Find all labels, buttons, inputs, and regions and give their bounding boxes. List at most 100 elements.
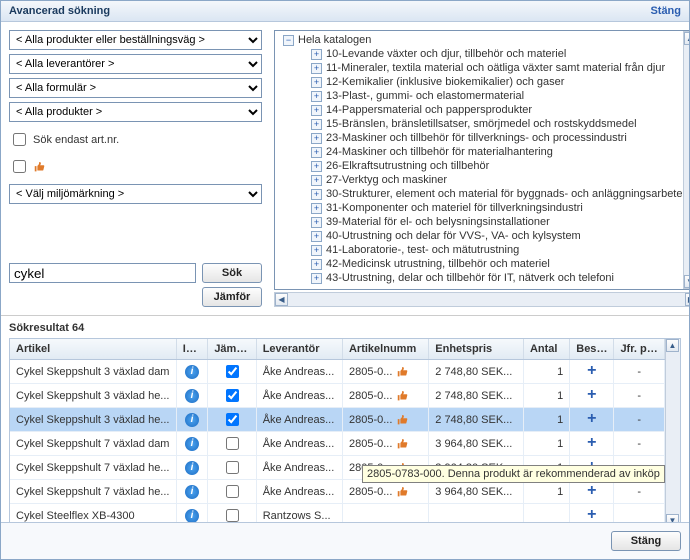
col-leverantor[interactable]: Leverantör bbox=[256, 339, 342, 360]
arrow-right-icon[interactable]: ▶ bbox=[685, 293, 690, 306]
compare-checkbox[interactable] bbox=[226, 461, 239, 474]
close-link[interactable]: Stäng bbox=[650, 5, 681, 17]
plus-icon[interactable]: + bbox=[587, 434, 596, 451]
tree-node[interactable]: +11-Mineraler, textila material och oätl… bbox=[311, 61, 683, 75]
cell-compare[interactable] bbox=[208, 408, 256, 432]
expand-icon[interactable]: + bbox=[311, 189, 322, 200]
cell-order[interactable]: + bbox=[570, 408, 614, 432]
expand-icon[interactable]: + bbox=[311, 77, 322, 88]
plus-icon[interactable]: + bbox=[587, 386, 596, 403]
tree-root-label[interactable]: Hela katalogen bbox=[298, 34, 371, 46]
expand-icon[interactable]: + bbox=[311, 119, 322, 130]
filter-eco-label[interactable]: < Välj miljömärkning > bbox=[9, 184, 262, 204]
plus-icon[interactable]: + bbox=[587, 362, 596, 379]
tree-node[interactable]: +13-Plast-, gummi- och elastomermaterial bbox=[311, 89, 683, 103]
plus-icon[interactable]: + bbox=[587, 410, 596, 427]
expand-icon[interactable]: + bbox=[311, 217, 322, 228]
cell-qty[interactable]: 1 bbox=[523, 360, 569, 384]
tree-node[interactable]: +31-Komponenter och materiel för tillver… bbox=[311, 201, 683, 215]
arrow-down-icon[interactable]: ▼ bbox=[666, 514, 679, 522]
cell-order[interactable]: + bbox=[570, 504, 614, 523]
expand-icon[interactable]: + bbox=[311, 133, 322, 144]
col-bestall[interactable]: Beställ bbox=[570, 339, 614, 360]
tree-node[interactable]: +10-Levande växter och djur, tillbehör o… bbox=[311, 47, 683, 61]
cell-info[interactable]: i bbox=[176, 384, 208, 408]
compare-checkbox[interactable] bbox=[226, 509, 239, 522]
table-row[interactable]: Cykel Skeppshult 7 växlad he...iÅke Andr… bbox=[10, 456, 665, 480]
filter-forms[interactable]: < Alla formulär > bbox=[9, 78, 262, 98]
expand-icon[interactable]: + bbox=[311, 161, 322, 172]
cell-compare[interactable] bbox=[208, 384, 256, 408]
collapse-icon[interactable]: − bbox=[283, 35, 294, 46]
tree-node[interactable]: +14-Pappersmaterial och pappersprodukter bbox=[311, 103, 683, 117]
expand-icon[interactable]: + bbox=[311, 231, 322, 242]
info-icon[interactable]: i bbox=[185, 509, 199, 523]
cell-qty[interactable]: 1 bbox=[523, 384, 569, 408]
tree-node[interactable]: +39-Material för el- och belysningsinsta… bbox=[311, 215, 683, 229]
compare-checkbox[interactable] bbox=[226, 365, 239, 378]
arrow-up-icon[interactable]: ▲ bbox=[666, 339, 679, 352]
expand-icon[interactable]: + bbox=[311, 49, 322, 60]
tree-node[interactable]: +40-Utrustning och delar för VVS-, VA- o… bbox=[311, 229, 683, 243]
grid-scrollbar-vertical[interactable]: ▲ ▼ bbox=[665, 339, 680, 522]
cell-compare[interactable] bbox=[208, 432, 256, 456]
info-icon[interactable]: i bbox=[185, 413, 199, 427]
expand-icon[interactable]: + bbox=[311, 175, 322, 186]
compare-checkbox[interactable] bbox=[226, 437, 239, 450]
tree-node[interactable]: +12-Kemikalier (inklusive biokemikalier)… bbox=[311, 75, 683, 89]
table-row[interactable]: Cykel Skeppshult 7 växlad he...iÅke Andr… bbox=[10, 480, 665, 504]
only-artnr-checkbox[interactable] bbox=[13, 133, 26, 146]
tree-node[interactable]: +15-Bränslen, bränsletillsatser, smörjme… bbox=[311, 117, 683, 131]
expand-icon[interactable]: + bbox=[311, 245, 322, 256]
filter-products2[interactable]: < Alla produkter > bbox=[9, 102, 262, 122]
tree-node[interactable]: +30-Strukturer, element och material för… bbox=[311, 187, 683, 201]
plus-icon[interactable]: + bbox=[587, 506, 596, 522]
col-info[interactable]: Info bbox=[176, 339, 208, 360]
tree-node[interactable]: +24-Maskiner och tillbehör för materialh… bbox=[311, 145, 683, 159]
results-grid[interactable]: Artikel Info Jämför Leverantör Artikelnu… bbox=[10, 339, 665, 522]
compare-checkbox[interactable] bbox=[226, 413, 239, 426]
tree-node[interactable]: +42-Medicinsk utrustning, tillbehör och … bbox=[311, 257, 683, 271]
cell-info[interactable]: i bbox=[176, 408, 208, 432]
cell-compare[interactable] bbox=[208, 504, 256, 523]
col-artikelnummer[interactable]: Artikelnumm bbox=[342, 339, 428, 360]
col-enhetspris[interactable]: Enhetspris bbox=[429, 339, 524, 360]
search-input[interactable] bbox=[9, 263, 196, 283]
cell-qty[interactable]: 1 bbox=[523, 480, 569, 504]
filter-products[interactable]: < Alla produkter eller beställningsväg > bbox=[9, 30, 262, 50]
arrow-up-icon[interactable]: ▲ bbox=[684, 32, 690, 45]
tree-node[interactable]: +41-Laboratorie-, test- och mätutrustnin… bbox=[311, 243, 683, 257]
table-row[interactable]: Cykel Steelflex XB-4300iRantzows S...+ bbox=[10, 504, 665, 523]
cell-qty[interactable]: 1 bbox=[523, 432, 569, 456]
info-icon[interactable]: i bbox=[185, 485, 199, 499]
col-jamfor[interactable]: Jämför bbox=[208, 339, 256, 360]
cell-info[interactable]: i bbox=[176, 456, 208, 480]
expand-icon[interactable]: + bbox=[311, 147, 322, 158]
cell-compare[interactable] bbox=[208, 456, 256, 480]
arrow-left-icon[interactable]: ◀ bbox=[275, 293, 288, 306]
tree-node[interactable]: +26-Elkraftsutrustning och tillbehör bbox=[311, 159, 683, 173]
info-icon[interactable]: i bbox=[185, 389, 199, 403]
expand-icon[interactable]: + bbox=[311, 273, 322, 284]
expand-icon[interactable]: + bbox=[311, 63, 322, 74]
table-row[interactable]: Cykel Skeppshult 3 växlad damiÅke Andrea… bbox=[10, 360, 665, 384]
expand-icon[interactable]: + bbox=[311, 105, 322, 116]
cell-qty[interactable]: 1 bbox=[523, 456, 569, 480]
plus-icon[interactable]: + bbox=[587, 458, 596, 475]
eco-filter-checkbox[interactable] bbox=[13, 160, 26, 173]
info-icon[interactable]: i bbox=[185, 437, 199, 451]
expand-icon[interactable]: + bbox=[311, 203, 322, 214]
cell-compare[interactable] bbox=[208, 360, 256, 384]
filter-suppliers[interactable]: < Alla leverantörer > bbox=[9, 54, 262, 74]
compare-checkbox[interactable] bbox=[226, 485, 239, 498]
cell-order[interactable]: + bbox=[570, 480, 614, 504]
cell-info[interactable]: i bbox=[176, 360, 208, 384]
col-artikel[interactable]: Artikel bbox=[10, 339, 176, 360]
tree-node[interactable]: +23-Maskiner och tillbehör för tillverkn… bbox=[311, 131, 683, 145]
tree-scrollbar-horizontal[interactable]: ◀ ▶ bbox=[274, 292, 689, 307]
tree-node[interactable]: +43-Utrustning, delar och tillbehör för … bbox=[311, 271, 683, 285]
table-row[interactable]: Cykel Skeppshult 7 växlad damiÅke Andrea… bbox=[10, 432, 665, 456]
expand-icon[interactable]: + bbox=[311, 259, 322, 270]
cell-info[interactable]: i bbox=[176, 480, 208, 504]
cell-qty[interactable] bbox=[523, 504, 569, 523]
